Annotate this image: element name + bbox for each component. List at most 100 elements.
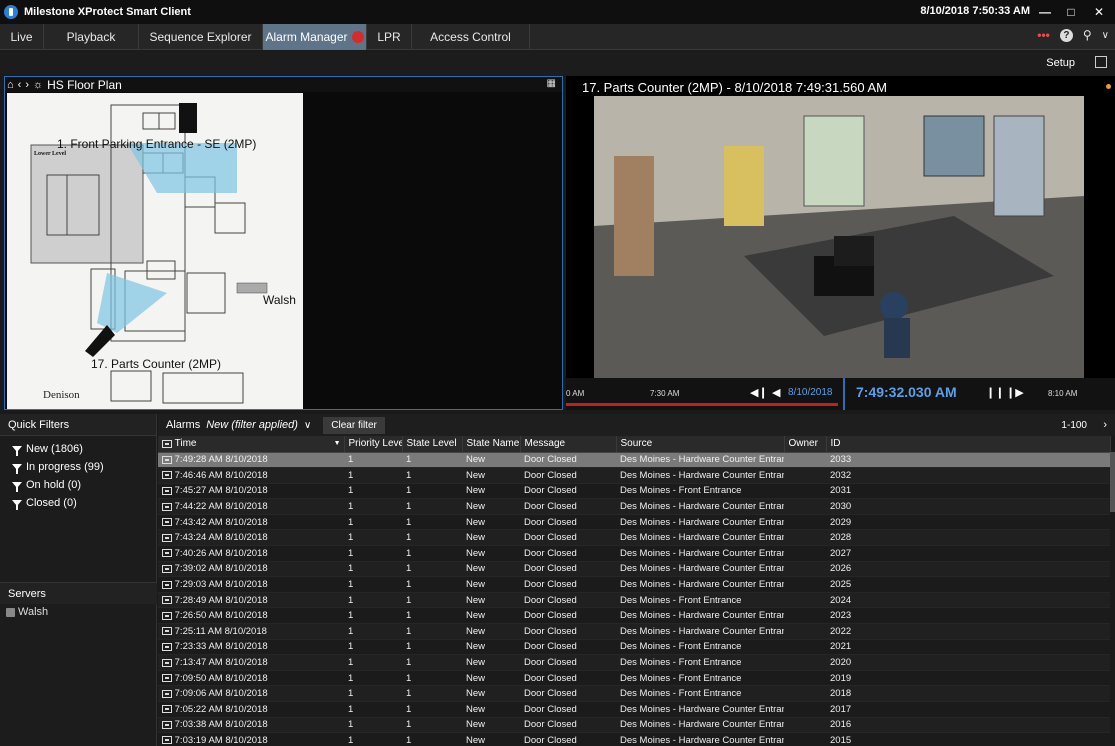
pause-icon[interactable]: ❙❙ (986, 386, 1004, 399)
table-row[interactable]: 7:43:42 AM 8/10/2018 1 1 New Door Closed Des … (158, 514, 1110, 531)
tab-access-control[interactable]: Access Control (412, 24, 530, 50)
camera-video-feed[interactable] (594, 96, 1084, 378)
camera-icon[interactable] (162, 486, 172, 495)
cell-source: Des Moines - Front Entrance (616, 483, 784, 500)
column-header-id[interactable]: ID (826, 436, 1111, 453)
table-row[interactable]: 7:45:27 AM 8/10/2018 1 1 New Door Closed Des … (158, 483, 1110, 500)
camera-icon[interactable] (162, 720, 172, 729)
cell-state-name: New (462, 654, 520, 671)
camera-icon[interactable] (162, 564, 172, 573)
tab-alarm-manager[interactable]: Alarm Manager (263, 24, 367, 50)
table-row[interactable]: 7:28:49 AM 8/10/2018 1 1 New Door Closed Des … (158, 592, 1110, 609)
filter-in-progress[interactable]: In progress (99) (0, 458, 156, 476)
camera-icon[interactable] (162, 549, 172, 558)
column-header-state-level[interactable]: State Level (402, 436, 463, 453)
home-icon[interactable]: ⌂ (7, 79, 14, 91)
back-icon[interactable]: ‹ (18, 79, 22, 91)
table-row[interactable]: 7:43:24 AM 8/10/2018 1 1 New Door Closed Des … (158, 529, 1110, 547)
fullscreen-icon[interactable] (1095, 56, 1107, 68)
camera-1-label[interactable]: 1. Front Parking Entrance - SE (2MP) (57, 137, 256, 151)
camera-icon[interactable] (162, 642, 172, 651)
chevron-down-icon[interactable]: ∨ (304, 420, 311, 431)
server-walsh-label[interactable]: Walsh (263, 293, 296, 307)
scrollbar[interactable] (1110, 452, 1115, 512)
table-row[interactable]: 7:23:33 AM 8/10/2018 1 1 New Door Closed Des … (158, 639, 1110, 656)
camera-icon[interactable] (162, 518, 172, 527)
forward-icon[interactable]: › (25, 79, 29, 91)
setup-button[interactable]: Setup (1046, 57, 1075, 69)
system-clock: 8/10/2018 7:50:33 AM (920, 5, 1030, 17)
table-row[interactable]: 7:09:50 AM 8/10/2018 1 1 New Door Closed Des … (158, 670, 1110, 687)
camera-icon[interactable] (162, 674, 172, 683)
step-back-icon[interactable]: ◀❙ (750, 386, 768, 399)
playback-timeline[interactable]: 0 AM 7:30 AM ◀❙ ◀ 8/10/2018 7:49:32.030 … (566, 378, 1115, 410)
camera-icon[interactable] (162, 689, 172, 698)
tab-live[interactable]: Live (0, 24, 44, 50)
column-header-time[interactable]: Time ▼ (158, 436, 345, 453)
table-row[interactable]: 7:09:06 AM 8/10/2018 1 1 New Door Closed Des … (158, 685, 1110, 702)
cell-time: 7:03:38 AM 8/10/2018 (158, 717, 344, 734)
cell-owner (784, 561, 826, 578)
camera-icon[interactable] (162, 627, 172, 636)
camera-icon[interactable] (162, 736, 172, 745)
column-header-state-name[interactable]: State Name (462, 436, 521, 453)
tab-lpr[interactable]: LPR (367, 24, 412, 50)
pane-options-icon[interactable]: ▦ (547, 78, 556, 89)
play-reverse-icon[interactable]: ◀ (772, 386, 780, 399)
camera-icon[interactable] (162, 705, 172, 714)
next-page-icon[interactable]: › (1103, 419, 1107, 431)
cell-priority: 1 (344, 701, 402, 718)
table-row[interactable]: 7:03:19 AM 8/10/2018 1 1 New Door Closed Des … (158, 732, 1110, 746)
table-row[interactable]: 7:29:03 AM 8/10/2018 1 1 New Door Closed Des … (158, 576, 1110, 593)
camera-icon[interactable] (162, 658, 172, 667)
maximize-icon[interactable]: □ (1059, 2, 1083, 22)
table-row[interactable]: 7:46:46 AM 8/10/2018 1 1 New Door Closed Des … (158, 467, 1110, 484)
table-row[interactable]: 7:40:26 AM 8/10/2018 1 1 New Door Closed Des … (158, 545, 1110, 562)
camera-icon[interactable] (162, 502, 172, 511)
server-walsh[interactable]: Walsh (6, 606, 48, 618)
alarm-table: Time ▼ Priority Level State Level State N… (158, 436, 1111, 746)
column-header-priority[interactable]: Priority Level (344, 436, 403, 453)
cell-time-text: 7:44:22 AM 8/10/2018 (174, 501, 268, 513)
tab-playback[interactable]: Playback (44, 24, 139, 50)
tab-sequence-explorer[interactable]: Sequence Explorer (139, 24, 263, 50)
chevron-down-icon[interactable]: ∨ (1102, 30, 1109, 41)
status-dots-icon[interactable]: ••• (1037, 28, 1050, 42)
camera-icon[interactable] (162, 580, 172, 589)
timeline-cursor[interactable] (843, 378, 845, 410)
clear-filter-button[interactable]: Clear filter (323, 416, 385, 434)
camera-icon[interactable] (162, 596, 172, 605)
help-icon[interactable]: ? (1059, 28, 1073, 42)
cell-owner (784, 529, 826, 547)
minimize-icon[interactable]: — (1033, 2, 1057, 22)
filter-on-hold[interactable]: On hold (0) (0, 476, 156, 494)
table-row[interactable]: 7:25:11 AM 8/10/2018 1 1 New Door Closed Des … (158, 623, 1110, 640)
column-header-source[interactable]: Source (616, 436, 785, 453)
cell-priority: 1 (344, 576, 402, 593)
camera-icon[interactable] (162, 611, 172, 620)
table-row[interactable]: 7:26:50 AM 8/10/2018 1 1 New Door Closed Des … (158, 607, 1110, 625)
table-row[interactable]: 7:39:02 AM 8/10/2018 1 1 New Door Closed Des … (158, 561, 1110, 578)
timeline-label-mid: 7:30 AM (650, 389, 680, 398)
cell-priority: 1 (344, 483, 402, 500)
close-icon[interactable]: ✕ (1087, 2, 1111, 22)
column-header-message[interactable]: Message (520, 436, 617, 453)
table-row[interactable]: 7:05:22 AM 8/10/2018 1 1 New Door Closed Des … (158, 701, 1110, 718)
table-row[interactable]: 7:44:22 AM 8/10/2018 1 1 New Door Closed Des … (158, 498, 1110, 515)
table-row[interactable]: 7:03:38 AM 8/10/2018 1 1 New Door Closed Des … (158, 717, 1110, 734)
cell-source: Des Moines - Front Entrance (616, 654, 784, 671)
camera-17-label[interactable]: 17. Parts Counter (2MP) (91, 357, 221, 371)
camera-icon[interactable] (162, 471, 172, 480)
filter-new[interactable]: New (1806) (0, 440, 156, 458)
cell-state-name: New (462, 576, 520, 593)
camera-icon[interactable] (162, 533, 172, 542)
step-forward-icon[interactable]: ❙▶ (1006, 386, 1024, 399)
table-row[interactable]: 7:49:28 AM 8/10/2018 1 1 New Door Closed Des … (158, 452, 1110, 469)
table-row[interactable]: 7:13:47 AM 8/10/2018 1 1 New Door Closed Des … (158, 654, 1110, 671)
camera-icon[interactable] (162, 455, 172, 464)
floor-plan-map[interactable]: 1. Front Parking Entrance - SE (2MP) Low… (7, 93, 303, 409)
filter-closed[interactable]: Closed (0) (0, 494, 156, 512)
column-header-owner[interactable]: Owner (784, 436, 827, 453)
key-icon[interactable]: ⚲ (1083, 28, 1092, 42)
filter-dropdown[interactable]: New (filter applied) (206, 419, 298, 431)
